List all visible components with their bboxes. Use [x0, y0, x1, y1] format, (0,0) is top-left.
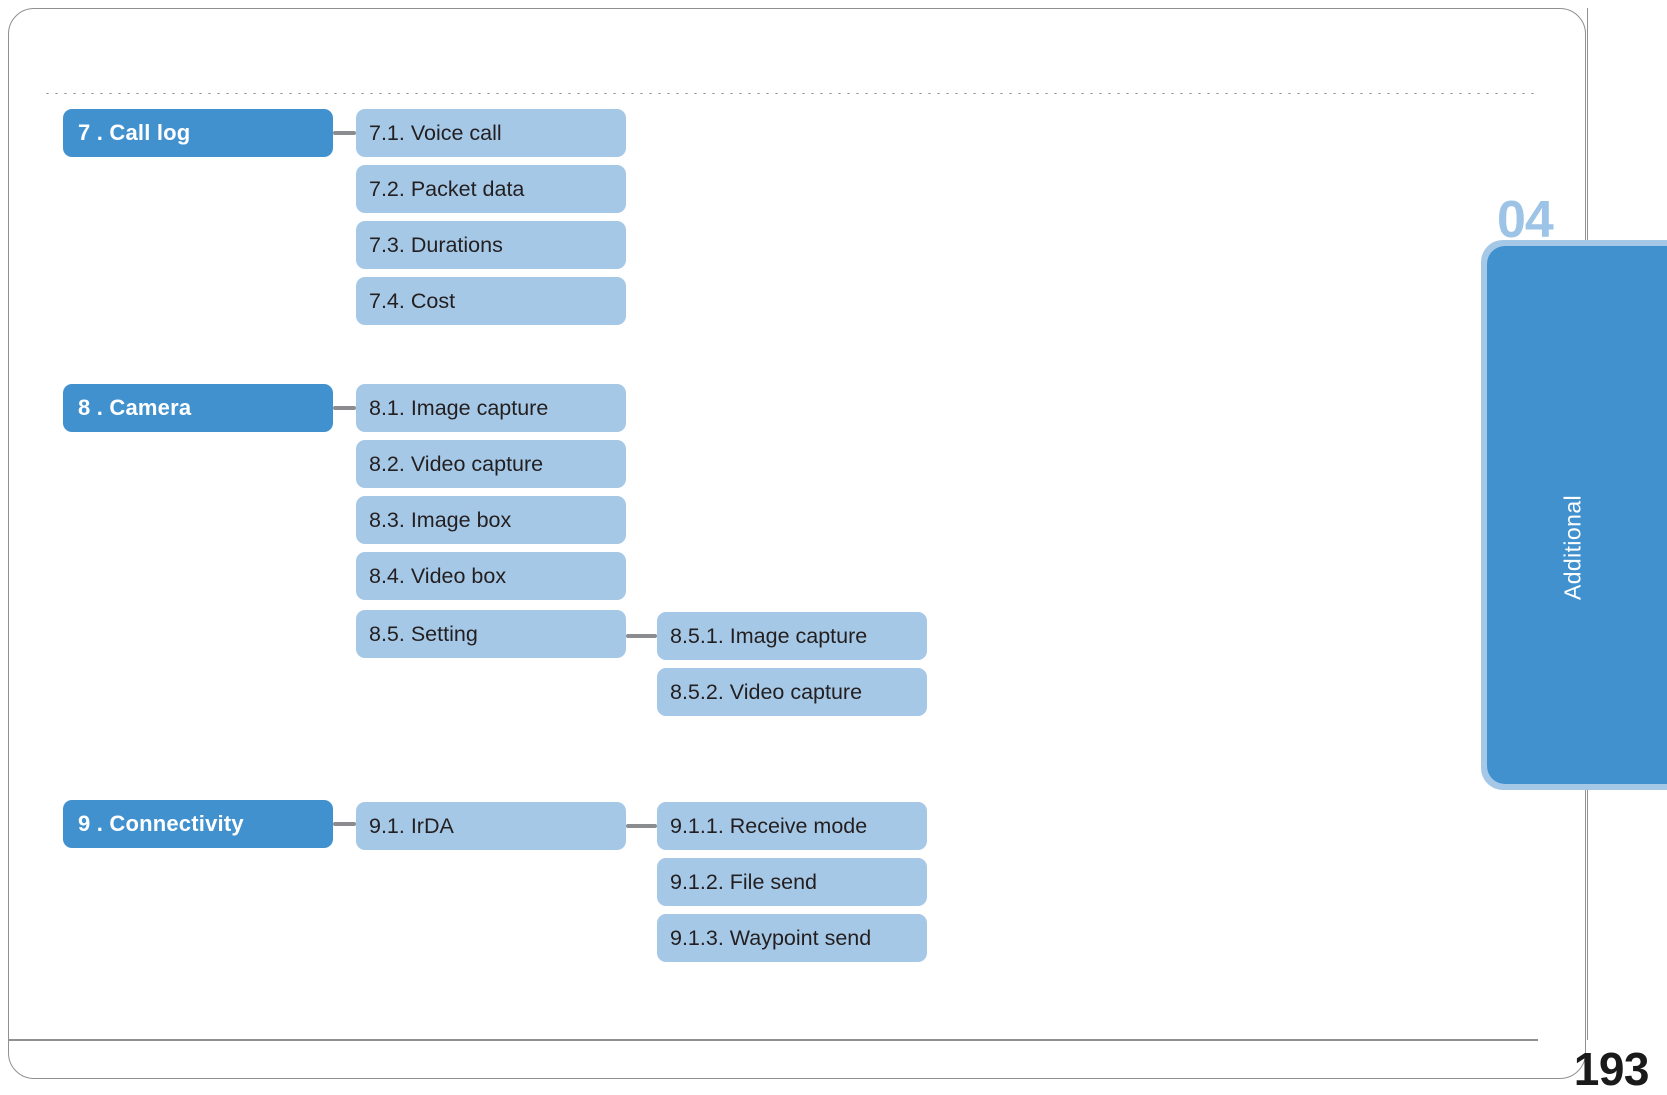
menu-node-camera-l3-1[interactable]: 8.5.2. Video capture — [657, 668, 927, 716]
menu-node-label: 8.3. Image box — [369, 507, 512, 532]
menu-node-camera-l2-0[interactable]: 8.1. Image capture — [356, 384, 626, 432]
menu-node-camera-l2-4[interactable]: 8.5. Setting — [356, 610, 626, 658]
menu-node-label: 7.4. Cost — [369, 288, 456, 313]
menu-node-call-log-l2-3[interactable]: 7.4. Cost — [356, 277, 626, 325]
menu-node-camera-l1-0[interactable]: 8 . Camera — [63, 384, 333, 432]
menu-node-connectivity-l3-1[interactable]: 9.1.2. File send — [657, 858, 927, 906]
menu-node-label: 9.1.1. Receive mode — [670, 813, 868, 838]
side-tab-label: Additional — [1559, 494, 1586, 600]
menu-node-label: 9 . Connectivity — [78, 811, 244, 836]
menu-node-label: 7.3. Durations — [369, 232, 503, 257]
menu-node-connectivity-l3-2[interactable]: 9.1.3. Waypoint send — [657, 914, 927, 962]
menu-node-camera-l2-1[interactable]: 8.2. Video capture — [356, 440, 626, 488]
menu-node-label: 8.2. Video capture — [369, 451, 544, 476]
menu-node-connectivity-l2-0[interactable]: 9.1. IrDA — [356, 802, 626, 850]
menu-node-camera-l2-2[interactable]: 8.3. Image box — [356, 496, 626, 544]
menu-node-label: 8.1. Image capture — [369, 395, 549, 420]
menu-node-camera-l2-3[interactable]: 8.4. Video box — [356, 552, 626, 600]
menu-node-label: 7.1. Voice call — [369, 120, 502, 145]
menu-node-label: 9.1. IrDA — [369, 813, 454, 838]
connector-line-1 — [333, 406, 356, 410]
page-number: 193 — [1573, 1043, 1650, 1095]
chapter-number: 04 — [1497, 191, 1554, 249]
menu-node-label: 7 . Call log — [78, 120, 191, 145]
connector-line-3 — [333, 822, 356, 826]
menu-node-label: 9.1.3. Waypoint send — [670, 925, 872, 950]
menu-node-label: 8.5. Setting — [369, 621, 478, 646]
menu-node-label: 8.4. Video box — [369, 563, 507, 588]
connector-line-0 — [333, 131, 356, 135]
menu-node-label: 8 . Camera — [78, 395, 192, 420]
connector-line-4 — [626, 824, 657, 828]
menu-node-connectivity-l3-0[interactable]: 9.1.1. Receive mode — [657, 802, 927, 850]
menu-node-camera-l3-0[interactable]: 8.5.1. Image capture — [657, 612, 927, 660]
menu-node-label: 9.1.2. File send — [670, 869, 818, 894]
menu-node-label: 7.2. Packet data — [369, 176, 525, 201]
menu-node-call-log-l2-1[interactable]: 7.2. Packet data — [356, 165, 626, 213]
menu-node-call-log-l2-2[interactable]: 7.3. Durations — [356, 221, 626, 269]
menu-node-call-log-l2-0[interactable]: 7.1. Voice call — [356, 109, 626, 157]
menu-tree-diagram: 7 . Call log 7.1. Voice call 7.2. Packet d… — [0, 0, 1667, 1094]
menu-node-call-log-l1-0[interactable]: 7 . Call log — [63, 109, 333, 157]
menu-node-label: 8.5.1. Image capture — [670, 623, 868, 648]
menu-node-label: 8.5.2. Video capture — [670, 679, 863, 704]
connector-line-2 — [626, 634, 657, 638]
menu-node-connectivity-l1-0[interactable]: 9 . Connectivity — [63, 800, 333, 848]
